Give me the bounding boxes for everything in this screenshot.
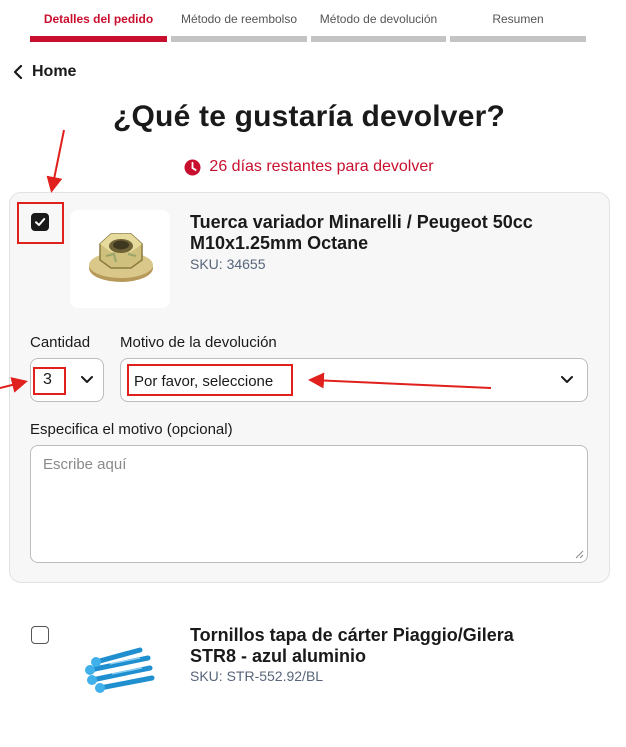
annotation-arrow [0, 377, 28, 393]
annotation-arrows [0, 129, 492, 393]
annotation-arrow [46, 129, 65, 193]
annotation-arrow [308, 372, 492, 389]
